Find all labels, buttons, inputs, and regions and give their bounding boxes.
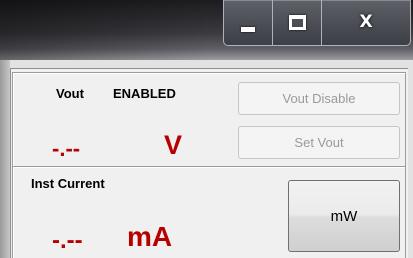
vout-disable-button[interactable]: Vout Disable [238,82,400,115]
set-vout-button[interactable]: Set Vout [238,126,400,159]
vout-value: -.-- [52,136,81,161]
title-bar-shade [0,0,210,60]
vout-unit: V [164,130,183,160]
maximize-icon [288,15,306,30]
minimize-button[interactable] [224,0,273,45]
caption-buttons: X [223,0,411,46]
close-icon: X [359,11,373,32]
app-window: X Vout ENABLED -.-- V Vout Disable Set V… [0,0,413,258]
minimize-icon [241,27,255,32]
current-value: -.-- [52,227,83,254]
window-frame-left [0,60,10,258]
title-bar[interactable]: X [0,0,413,60]
inst-current-label: Inst Current [31,176,105,191]
current-unit: mA [127,221,173,252]
mw-toggle-button[interactable]: mW [288,180,400,252]
vout-status: ENABLED [113,86,176,101]
close-button[interactable]: X [322,0,410,45]
maximize-button[interactable] [273,0,322,45]
vout-label: Vout [56,86,84,101]
